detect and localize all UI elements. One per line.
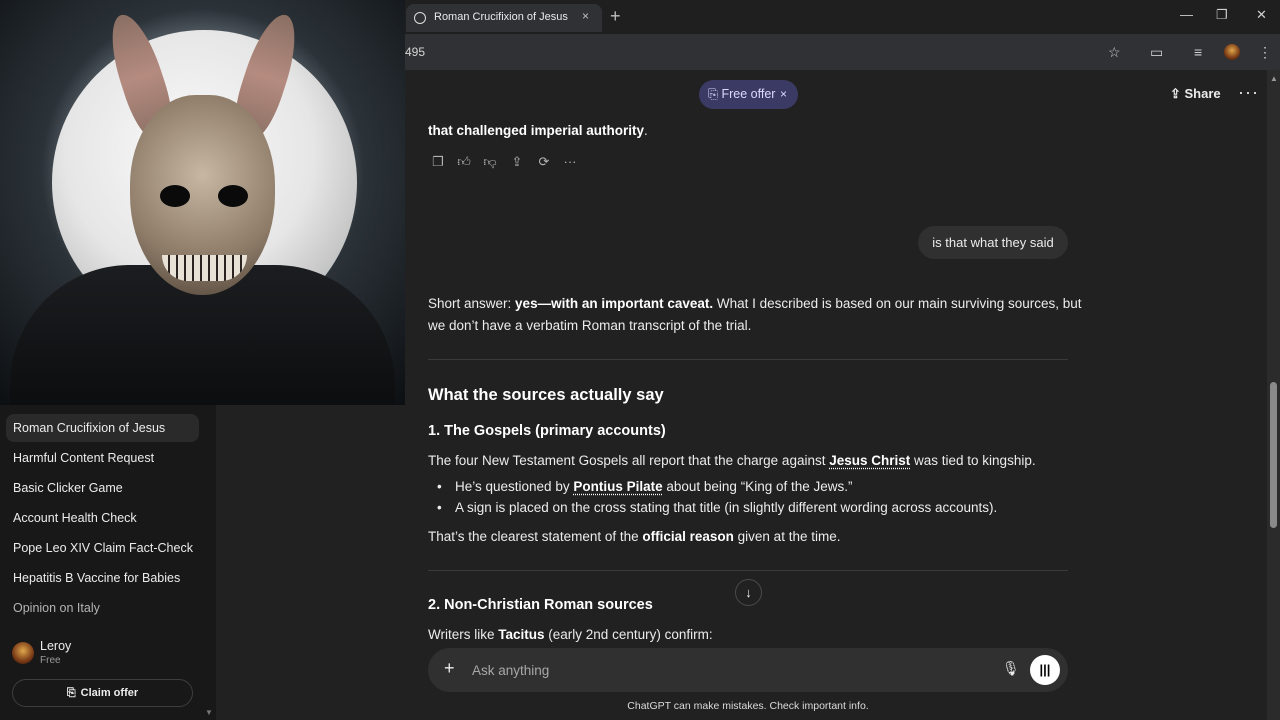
mask-eye-right: [218, 185, 248, 207]
gift-icon: ⎘: [66, 687, 76, 699]
disclaimer: ChatGPT can make mistakes. Check importa…: [627, 700, 869, 712]
close-window-icon[interactable]: ✕: [1256, 7, 1267, 23]
list-item: • He’s questioned by Pontius Pilate about…: [437, 479, 853, 494]
sidebar-item-roman-crucifixion[interactable]: Roman Crucifixion of Jesus: [6, 414, 199, 442]
more-icon[interactable]: ···: [560, 152, 580, 172]
page-scrollbar[interactable]: ▲: [1267, 70, 1280, 720]
thumbs-up-icon[interactable]: 👍︎: [454, 152, 474, 172]
section2-paragraph: Writers like Tacitus (early 2nd century)…: [428, 627, 713, 642]
minimize-icon[interactable]: —: [1180, 7, 1193, 22]
chatgpt-favicon-icon: [414, 12, 426, 24]
maximize-icon[interactable]: ❐: [1216, 7, 1228, 23]
url-text[interactable]: 495: [405, 45, 425, 59]
microphone-icon[interactable]: 🎙︎: [1002, 660, 1020, 677]
share-icon[interactable]: ⇪: [507, 152, 527, 172]
sidebar-item-pope-leo[interactable]: Pope Leo XIV Claim Fact-Check: [6, 534, 199, 562]
close-icon[interactable]: ×: [780, 80, 787, 109]
section1-closing: That’s the clearest statement of the off…: [428, 529, 841, 544]
section2-title: 2. Non-Christian Roman sources: [428, 597, 653, 613]
sidebar-scroll-down-icon[interactable]: ▼: [205, 708, 213, 717]
share-button[interactable]: ⇪ Share: [1170, 86, 1221, 102]
sidebar-item-account-health[interactable]: Account Health Check: [6, 504, 199, 532]
plus-icon[interactable]: +: [444, 658, 455, 679]
section1-title: 1. The Gospels (primary accounts): [428, 423, 666, 439]
mask-mouth: [162, 255, 247, 281]
scroll-up-icon[interactable]: ▲: [1270, 74, 1278, 83]
regenerate-icon[interactable]: ⟳: [534, 152, 554, 172]
claim-offer-label: Claim offer: [80, 687, 139, 699]
sidebar-item-opinion-italy[interactable]: Opinion on Italy: [6, 594, 199, 622]
free-offer-pill[interactable]: ⎘ Free offer ×: [699, 80, 798, 109]
webcam-overlay: [0, 0, 405, 405]
share-icon: ⇪: [1170, 86, 1185, 101]
sidebar-item-hepatitis-b[interactable]: Hepatitis B Vaccine for Babies: [6, 564, 199, 592]
tab-close-icon[interactable]: ×: [582, 9, 589, 23]
new-tab-icon[interactable]: +: [610, 6, 621, 27]
pontius-pilate-link[interactable]: Pontius Pilate: [573, 479, 662, 494]
sidebar-item-harmful-content[interactable]: Harmful Content Request: [6, 444, 199, 472]
user-account[interactable]: Leroy Free: [12, 636, 202, 668]
share-label: Share: [1184, 86, 1221, 101]
star-icon[interactable]: ☆: [1108, 44, 1121, 61]
browser-tab[interactable]: Roman Crucifixion of Jesus ×: [406, 4, 602, 32]
cast-icon[interactable]: ▭: [1150, 44, 1163, 61]
divider: [428, 359, 1068, 360]
composer: + 🎙︎ |||: [428, 648, 1068, 692]
scroll-to-bottom-icon[interactable]: ↓: [735, 579, 762, 606]
user-message: is that what they said: [918, 226, 1068, 259]
mask-eye-left: [160, 185, 190, 207]
answer-intro-line2: we don’t have a verbatim Roman transcrip…: [428, 318, 752, 333]
section1-paragraph: The four New Testament Gospels all repor…: [428, 453, 1036, 468]
profile-avatar[interactable]: [1224, 44, 1240, 60]
user-plan: Free: [40, 655, 61, 666]
address-bar[interactable]: [405, 34, 1280, 70]
screen: Roman Crucifixion of Jesus Harmful Conte…: [0, 0, 1280, 720]
list-item: • A sign is placed on the cross stating t…: [437, 500, 998, 515]
previous-answer-tail: that challenged imperial authority.: [428, 123, 648, 138]
thumbs-down-icon[interactable]: 👎︎: [480, 152, 500, 172]
scrollbar-thumb[interactable]: [1270, 382, 1277, 528]
menu-icon[interactable]: ⋮: [1258, 44, 1272, 61]
sidebar-item-clicker-game[interactable]: Basic Clicker Game: [6, 474, 199, 502]
jesus-christ-link[interactable]: Jesus Christ: [829, 453, 910, 468]
tab-title: Roman Crucifixion of Jesus: [434, 11, 568, 23]
answer-intro-line1: Short answer: yes—with an important cave…: [428, 296, 1082, 311]
avatar: [12, 642, 34, 664]
divider: [428, 570, 1068, 571]
claim-offer-button[interactable]: ⎘ Claim offer: [12, 679, 193, 707]
more-options-icon[interactable]: ···: [1238, 82, 1259, 103]
section-heading: What the sources actually say: [428, 386, 664, 404]
gift-icon: ⎘: [708, 87, 722, 101]
copy-icon[interactable]: ❐: [428, 152, 448, 172]
media-icon[interactable]: ≡: [1194, 44, 1202, 60]
voice-mode-icon[interactable]: |||: [1030, 655, 1060, 685]
free-offer-label: Free offer: [721, 87, 776, 101]
user-name: Leroy: [40, 639, 72, 653]
chat-input[interactable]: [472, 659, 992, 681]
